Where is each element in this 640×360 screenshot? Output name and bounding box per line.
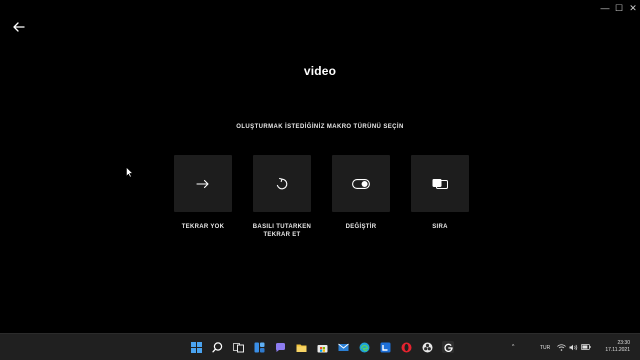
battery-icon[interactable] xyxy=(581,344,591,350)
mouse-cursor-icon xyxy=(126,167,133,178)
mail-icon xyxy=(337,343,349,351)
widgets-icon xyxy=(254,342,264,352)
volume-icon[interactable] xyxy=(569,344,578,351)
option-label: DEĞİŞTİR xyxy=(345,224,377,230)
toggle-icon xyxy=(352,178,370,189)
obs-icon xyxy=(422,342,432,352)
maximize-button[interactable]: ☐ xyxy=(612,0,626,16)
ghub-window: — ☐ ✕ video OLUŞTURMAK İSTEDİĞİNİZ MAKRO… xyxy=(0,0,640,333)
start-icon xyxy=(190,341,202,353)
arrow-right-icon xyxy=(196,179,209,188)
office-button[interactable] xyxy=(379,341,391,353)
opera-icon xyxy=(401,342,411,352)
page-title: video xyxy=(303,64,337,78)
close-button[interactable]: ✕ xyxy=(626,0,640,16)
edge-button[interactable] xyxy=(358,341,370,353)
minimize-button[interactable]: — xyxy=(598,0,612,16)
option-sequence[interactable]: SIRA xyxy=(411,155,469,231)
back-arrow-icon xyxy=(13,22,25,32)
file-explorer-button[interactable] xyxy=(295,341,307,353)
clock-date: 17.11.2021 xyxy=(605,347,630,353)
option-tile[interactable] xyxy=(174,155,232,212)
store-icon xyxy=(317,344,327,352)
option-toggle[interactable]: DEĞİŞTİR xyxy=(332,155,390,231)
widgets-button[interactable] xyxy=(253,341,265,353)
file-explorer-icon xyxy=(296,344,306,352)
obs-button[interactable] xyxy=(421,341,433,353)
option-no-repeat[interactable]: TEKRAR YOK xyxy=(174,155,232,231)
start-button[interactable] xyxy=(190,341,202,353)
logitech-ghub-icon xyxy=(443,343,453,352)
logitech-ghub-button[interactable] xyxy=(442,341,454,353)
search-icon xyxy=(211,341,222,352)
search-button[interactable] xyxy=(211,341,223,353)
task-view-icon xyxy=(232,342,244,352)
option-repeat-while-held[interactable]: BASILI TUTARKEN TEKRAR ET xyxy=(253,155,311,239)
option-label: BASILI TUTARKEN TEKRAR ET xyxy=(252,224,312,238)
repeat-while-held-icon xyxy=(276,177,288,189)
taskbar: ^ TUR 23:30 17.11.2021 xyxy=(0,333,640,360)
tray-chevron-up-icon[interactable]: ^ xyxy=(512,344,514,350)
clock-time: 23:30 xyxy=(617,340,630,346)
option-tile[interactable] xyxy=(332,155,390,212)
option-label: SIRA xyxy=(432,224,448,230)
edge-icon xyxy=(359,342,369,352)
mail-button[interactable] xyxy=(337,341,349,353)
taskbar-clock[interactable]: 23:30 17.11.2021 xyxy=(605,340,630,354)
store-button[interactable] xyxy=(316,341,328,353)
option-label: TEKRAR YOK xyxy=(181,224,225,230)
wifi-icon[interactable] xyxy=(557,344,566,351)
chat-button[interactable] xyxy=(274,341,286,353)
option-tile[interactable] xyxy=(253,155,311,212)
chat-icon xyxy=(275,342,285,352)
page-subtitle: OLUŞTURMAK İSTEDİĞİNİZ MAKRO TÜRÜNÜ SEÇİ… xyxy=(236,124,404,130)
back-button[interactable] xyxy=(11,19,27,35)
task-view-button[interactable] xyxy=(232,341,244,353)
office-icon xyxy=(380,342,390,352)
input-language[interactable]: TUR xyxy=(540,345,550,351)
opera-button[interactable] xyxy=(400,341,412,353)
window-controls: — ☐ ✕ xyxy=(598,0,640,16)
sequence-icon xyxy=(432,178,448,189)
option-tile[interactable] xyxy=(411,155,469,212)
